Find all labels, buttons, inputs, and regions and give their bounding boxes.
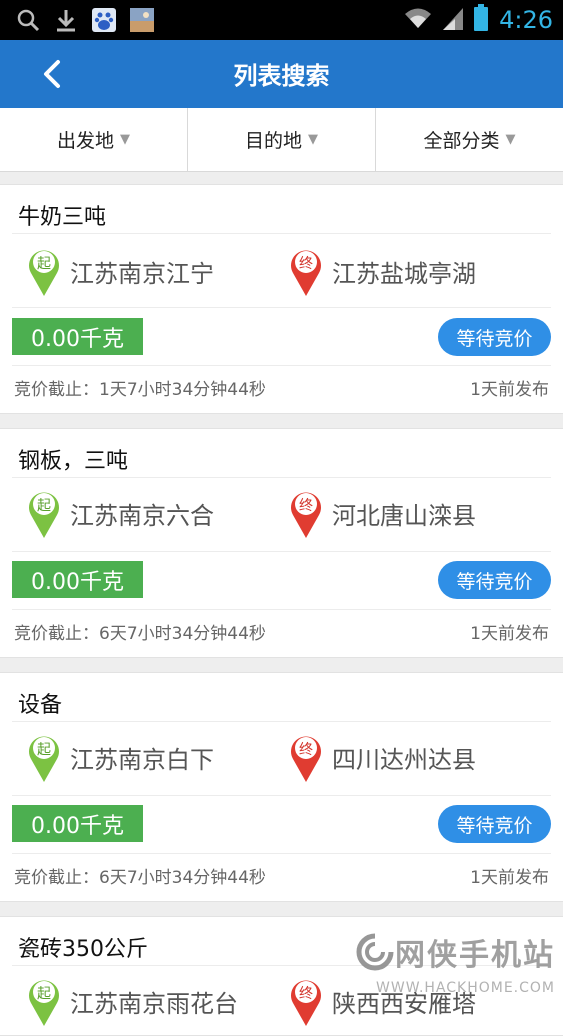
origin: 起 江苏南京白下 bbox=[26, 731, 214, 783]
awaiting-bid-button[interactable]: 等待竞价 bbox=[438, 805, 551, 843]
destination-pin-icon: 终 bbox=[291, 736, 321, 782]
divider bbox=[12, 795, 551, 796]
origin-text: 江苏南京六合 bbox=[70, 501, 214, 530]
wifi-icon bbox=[403, 6, 433, 34]
divider bbox=[12, 609, 551, 610]
signal-icon bbox=[443, 6, 464, 34]
app-bar: 列表搜索 bbox=[0, 40, 563, 108]
filter-category[interactable]: 全部分类 ▼ bbox=[376, 108, 563, 171]
destination-pin-icon: 终 bbox=[291, 250, 321, 296]
weight-badge: 0.00千克 bbox=[12, 805, 143, 842]
filter-origin-label: 出发地 bbox=[56, 130, 114, 152]
filter-bar: 出发地 ▼ 目的地 ▼ 全部分类 ▼ bbox=[0, 108, 563, 172]
divider bbox=[12, 853, 551, 854]
page-title: 列表搜索 bbox=[233, 62, 330, 90]
bid-deadline: 竞价截止：6天7小时34分钟44秒 bbox=[14, 624, 266, 644]
awaiting-bid-button[interactable]: 等待竞价 bbox=[438, 318, 551, 356]
watermark: 网侠手机站 bbox=[355, 930, 555, 974]
svg-text:起: 起 bbox=[37, 742, 51, 758]
destination: 终 四川达州达县 bbox=[288, 731, 476, 783]
origin-pin-icon: 起 bbox=[29, 250, 59, 296]
destination-text: 江苏盐城亭湖 bbox=[332, 259, 476, 288]
download-icon bbox=[52, 6, 80, 34]
watermark-logo-icon bbox=[356, 933, 394, 971]
svg-text:终: 终 bbox=[299, 986, 313, 1002]
destination-pin-icon: 终 bbox=[291, 980, 321, 1026]
listing-card[interactable]: 设备 起 江苏南京白下 终 四川达州达县 0.00千克 等待竞价 竞价截止：6天… bbox=[0, 672, 563, 902]
dropdown-caret-icon: ▼ bbox=[505, 132, 516, 147]
origin-pin-icon: 起 bbox=[29, 980, 59, 1026]
divider bbox=[12, 721, 551, 722]
divider bbox=[12, 307, 551, 308]
destination: 终 江苏盐城亭湖 bbox=[288, 245, 476, 297]
weight-badge: 0.00千克 bbox=[12, 318, 143, 355]
origin: 起 江苏南京六合 bbox=[26, 487, 214, 539]
listing-name: 瓷砖350公斤 bbox=[18, 937, 148, 962]
svg-text:终: 终 bbox=[299, 742, 313, 758]
filter-destination[interactable]: 目的地 ▼ bbox=[188, 108, 376, 171]
svg-text:起: 起 bbox=[37, 498, 51, 514]
status-bar: 4:26 bbox=[0, 0, 563, 40]
dropdown-caret-icon: ▼ bbox=[120, 132, 130, 147]
origin-text: 江苏南京雨花台 bbox=[70, 989, 238, 1018]
destination: 终 河北唐山滦县 bbox=[288, 487, 476, 539]
origin-text: 江苏南京江宁 bbox=[70, 259, 214, 288]
filter-destination-label: 目的地 bbox=[244, 130, 302, 152]
divider bbox=[12, 233, 551, 234]
watermark-text: 网侠手机站 bbox=[395, 938, 555, 973]
svg-text:起: 起 bbox=[37, 256, 51, 272]
clock: 4:26 bbox=[499, 6, 553, 34]
listing-name: 钢板，三吨 bbox=[18, 449, 129, 474]
svg-text:终: 终 bbox=[299, 498, 313, 514]
destination-text: 河北唐山滦县 bbox=[332, 501, 476, 530]
bid-deadline: 竞价截止：6天7小时34分钟44秒 bbox=[14, 868, 266, 888]
divider bbox=[12, 477, 551, 478]
origin-text: 江苏南京白下 bbox=[70, 745, 214, 774]
baidu-app-icon bbox=[90, 6, 118, 34]
listing-card[interactable]: 钢板，三吨 起 江苏南京六合 终 河北唐山滦县 0.00千克 等待竞价 竞价截止… bbox=[0, 428, 563, 658]
dropdown-caret-icon: ▼ bbox=[308, 132, 318, 147]
photo-app-icon bbox=[128, 6, 156, 34]
search-icon bbox=[14, 6, 42, 34]
listing-name: 设备 bbox=[18, 693, 63, 718]
filter-origin[interactable]: 出发地 ▼ bbox=[0, 108, 188, 171]
posted-time: 1天前发布 bbox=[470, 624, 549, 644]
watermark-url: WWW.HACKHOME.COM bbox=[376, 980, 555, 996]
destination-text: 四川达州达县 bbox=[332, 745, 476, 774]
origin: 起 江苏南京江宁 bbox=[26, 245, 214, 297]
origin: 起 江苏南京雨花台 bbox=[26, 975, 238, 1027]
origin-pin-icon: 起 bbox=[29, 492, 59, 538]
battery-icon bbox=[473, 4, 489, 36]
divider bbox=[12, 551, 551, 552]
destination-pin-icon: 终 bbox=[291, 492, 321, 538]
listing-name: 牛奶三吨 bbox=[18, 205, 107, 230]
bid-deadline: 竞价截止：1天7小时34分钟44秒 bbox=[14, 380, 266, 400]
weight-badge: 0.00千克 bbox=[12, 561, 143, 598]
divider bbox=[12, 365, 551, 366]
svg-text:终: 终 bbox=[299, 256, 313, 272]
filter-category-label: 全部分类 bbox=[423, 130, 500, 152]
awaiting-bid-button[interactable]: 等待竞价 bbox=[438, 561, 551, 599]
origin-pin-icon: 起 bbox=[29, 736, 59, 782]
listing-card[interactable]: 牛奶三吨 起 江苏南京江宁 终 江苏盐城亭湖 0.00千克 等待竞价 竞价截止：… bbox=[0, 184, 563, 414]
posted-time: 1天前发布 bbox=[470, 868, 549, 888]
posted-time: 1天前发布 bbox=[470, 380, 549, 400]
svg-text:起: 起 bbox=[37, 986, 51, 1002]
